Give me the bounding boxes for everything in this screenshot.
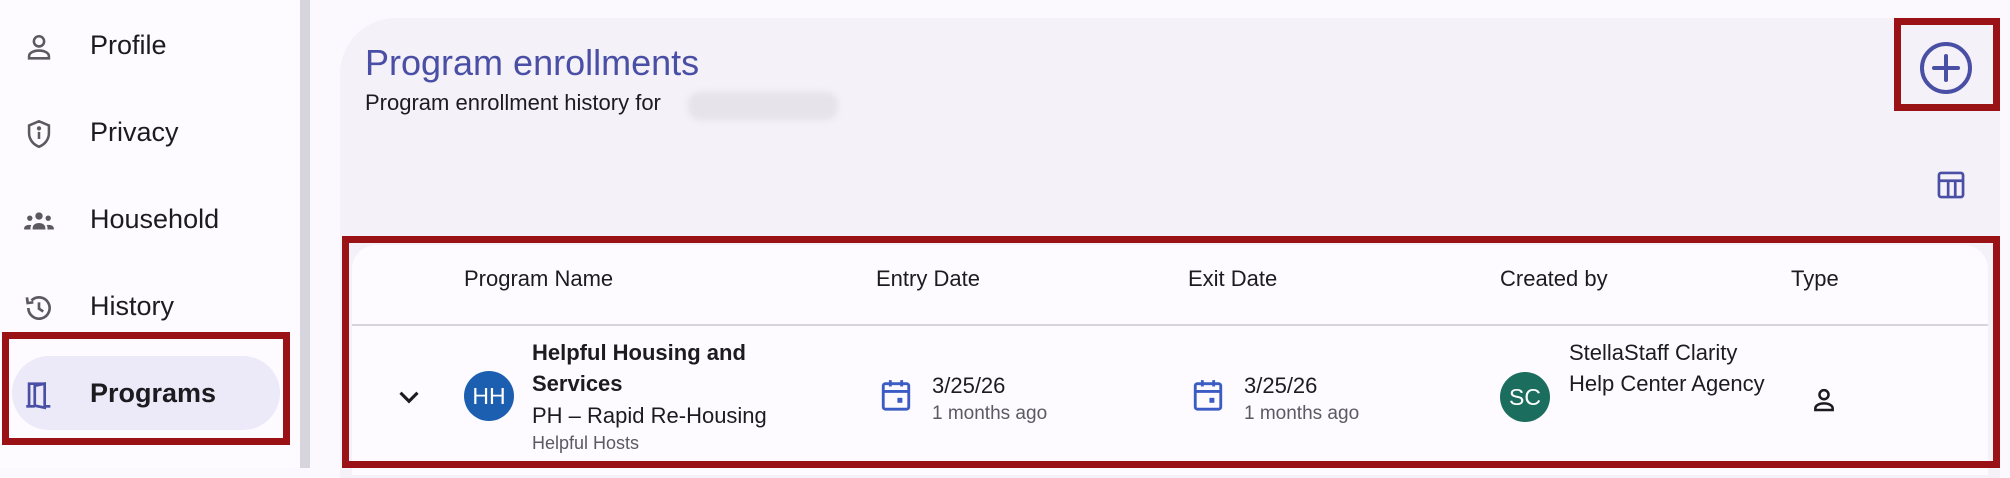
sidebar-item-label: Programs bbox=[90, 378, 217, 408]
program-avatar: HH bbox=[464, 371, 514, 421]
expand-row-button[interactable] bbox=[392, 380, 426, 414]
sidebar-item-household[interactable]: Household bbox=[12, 182, 280, 256]
exit-date: 3/25/26 bbox=[1244, 373, 1318, 398]
calendar-icon bbox=[1191, 376, 1225, 414]
group-icon bbox=[22, 204, 56, 238]
program-name: Helpful Housing and Services bbox=[532, 340, 746, 396]
sidebar-item-privacy[interactable]: Privacy bbox=[12, 95, 280, 169]
page-title: Program enrollments bbox=[365, 42, 700, 83]
created-by: StellaStaff Clarity Help Center Agency bbox=[1569, 340, 1765, 396]
program-organization: Helpful Hosts bbox=[532, 433, 640, 453]
column-header-exit-date[interactable]: Exit Date bbox=[1188, 266, 1277, 292]
exit-date-relative: 1 months ago bbox=[1244, 403, 1360, 424]
creator-avatar: SC bbox=[1500, 372, 1550, 422]
sidebar-divider bbox=[300, 0, 310, 468]
door-icon bbox=[22, 378, 56, 412]
person-icon bbox=[1808, 384, 1840, 416]
chevron-down-icon bbox=[399, 391, 419, 404]
sidebar-item-label: History bbox=[90, 291, 175, 321]
sidebar-item-label: Household bbox=[90, 204, 220, 234]
add-enrollment-button[interactable] bbox=[1918, 40, 1974, 96]
sidebar-item-history[interactable]: History bbox=[12, 269, 280, 343]
sidebar-item-label: Privacy bbox=[90, 117, 179, 147]
sidebar-item-profile[interactable]: Profile bbox=[12, 8, 280, 82]
entry-date: 3/25/26 bbox=[932, 373, 1006, 398]
column-header-created-by[interactable]: Created by bbox=[1500, 266, 1608, 292]
redacted-client-name bbox=[688, 92, 838, 120]
column-header-entry-date[interactable]: Entry Date bbox=[876, 266, 980, 292]
program-type: PH – Rapid Re-Housing bbox=[532, 403, 767, 428]
sidebar-item-label: Profile bbox=[90, 30, 167, 60]
calendar-icon bbox=[879, 376, 913, 414]
add-circle-icon bbox=[1920, 42, 1972, 94]
columns-button[interactable] bbox=[1934, 168, 1968, 202]
person-icon bbox=[22, 30, 56, 64]
entry-date-relative: 1 months ago bbox=[932, 403, 1048, 424]
history-icon bbox=[22, 291, 56, 325]
page-subtitle: Program enrollment history for bbox=[365, 90, 661, 115]
sidebar: Profile Privacy Household History Progra… bbox=[0, 0, 300, 468]
column-header-program-name[interactable]: Program Name bbox=[464, 266, 613, 292]
shield-icon bbox=[22, 117, 56, 151]
table-columns-icon bbox=[1937, 171, 1965, 199]
sidebar-item-programs[interactable]: Programs bbox=[12, 356, 280, 430]
header-divider bbox=[352, 324, 1988, 326]
column-header-type[interactable]: Type bbox=[1791, 266, 1839, 292]
